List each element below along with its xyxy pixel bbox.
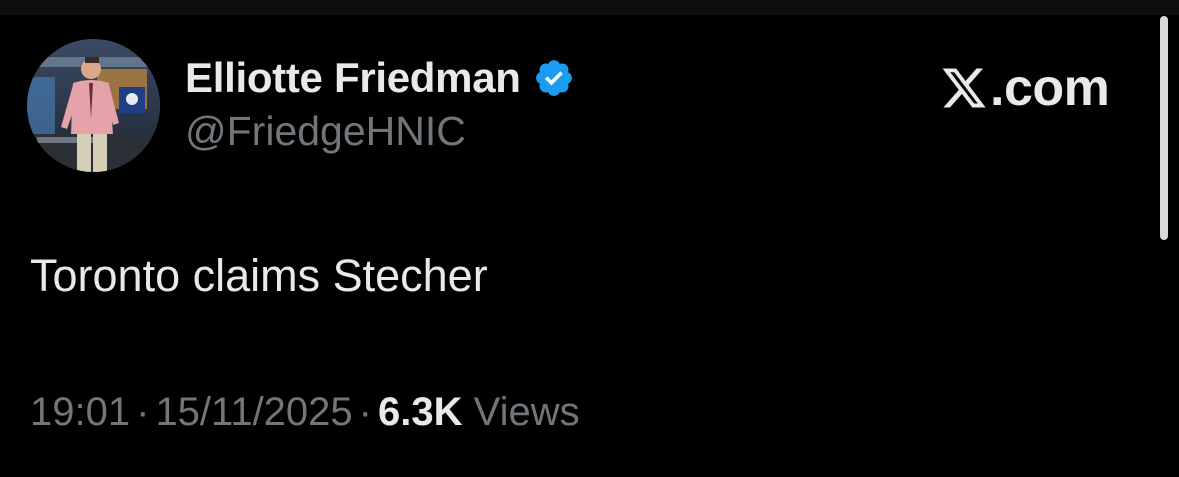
avatar[interactable] bbox=[27, 39, 160, 172]
author-name-row[interactable]: Elliotte Friedman bbox=[185, 52, 575, 104]
views-count[interactable]: 6.3K bbox=[378, 390, 463, 434]
x-logo-icon bbox=[942, 68, 986, 108]
meta-separator: · bbox=[358, 390, 372, 434]
views-label[interactable]: Views bbox=[474, 390, 580, 434]
author-handle[interactable]: @FriedgeHNIC bbox=[185, 108, 466, 155]
brand-watermark: .com bbox=[940, 58, 1110, 118]
tweet-date[interactable]: 15/11/2025 bbox=[155, 390, 352, 434]
tweet-meta: 19:01 · 15/11/2025 · 6.3K Views bbox=[30, 390, 580, 435]
scrollbar[interactable] bbox=[1160, 16, 1168, 240]
verified-badge-icon bbox=[535, 60, 572, 96]
brand-domain-text: .com bbox=[990, 59, 1110, 117]
meta-separator: · bbox=[136, 390, 150, 434]
top-bar bbox=[0, 0, 1179, 15]
author-name[interactable]: Elliotte Friedman bbox=[185, 54, 521, 102]
tweet-text: Toronto claims Stecher bbox=[30, 250, 488, 301]
tweet-time[interactable]: 19:01 bbox=[30, 390, 130, 434]
avatar-image bbox=[27, 39, 160, 172]
